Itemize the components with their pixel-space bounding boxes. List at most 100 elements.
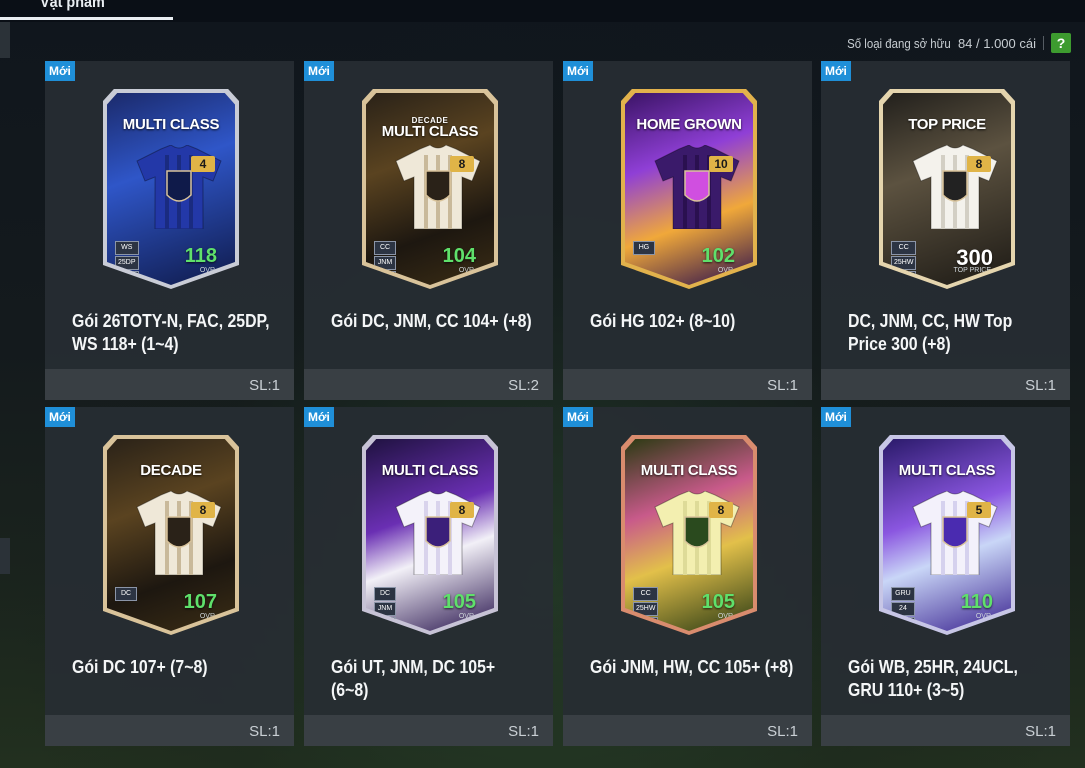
item-quantity: SL:1 (249, 377, 280, 394)
card-tag: HG (633, 241, 655, 255)
help-button[interactable]: ? (1051, 33, 1071, 53)
tab-active-underline (0, 17, 173, 20)
card-class-label: MULTI CLASS (366, 462, 494, 479)
card-tag: DC (374, 587, 396, 601)
item-quantity: SL:2 (508, 377, 539, 394)
new-badge: Mới (304, 61, 334, 81)
ownership-label: Số loại đang sở hữu (847, 35, 951, 51)
card-tag: DC (891, 286, 916, 300)
card-tags: GRU 24 25HR WB (891, 587, 915, 646)
card-class-text: TOP PRICE (908, 116, 986, 133)
card-tag: GRU (891, 587, 915, 601)
card-ovr-label: OVR (199, 613, 215, 620)
new-badge: Mới (304, 407, 334, 427)
new-badge: Mới (821, 61, 851, 81)
card-class-text: MULTI CLASS (122, 116, 220, 133)
card-class-text: MULTI CLASS (898, 462, 996, 479)
card-ovr-value: 105 (442, 591, 476, 613)
card-tag: JNM (633, 617, 659, 631)
left-scroll-handle (0, 22, 10, 58)
upgrade-level-badge: 10 (709, 156, 733, 172)
card-ovr-label: OVR (458, 267, 474, 274)
item-title: Gói JNM, HW, CC 105+ (+8) (590, 657, 794, 677)
card-tag: CC (374, 241, 396, 255)
card-tag: WS (115, 241, 139, 255)
item-quantity: SL:1 (767, 723, 798, 740)
item-footer: SL:1 (563, 369, 812, 400)
card-class-label: MULTI CLASS (107, 116, 235, 133)
item-title: Gói DC, JNM, CC 104+ (+8) (331, 311, 532, 331)
item-footer: SL:1 (821, 369, 1070, 400)
card-tags: DC (115, 587, 137, 601)
pack-card-art: HOME GROWN 10 HG 102 OVR (621, 89, 757, 289)
upgrade-level-badge: 5 (967, 502, 991, 518)
card-tag: WB (891, 632, 915, 646)
item-quantity: SL:1 (249, 723, 280, 740)
card-tag: UT (374, 617, 396, 631)
item-quantity: SL:1 (1025, 723, 1056, 740)
divider (1043, 36, 1044, 50)
upgrade-level-badge: 8 (191, 502, 215, 518)
card-ovr-label: OVR (199, 267, 215, 274)
item-title: Gói 26TOTY-N, FAC, 25DP, WS 118+ (1~4) (72, 311, 270, 354)
card-tags: HG (633, 241, 655, 255)
item-tile[interactable]: Mới HOME GROWN 10 HG 102 OVR Gói HG 102+… (563, 61, 812, 400)
card-tags: CC 25HW JNM DC (891, 241, 917, 300)
card-class-text: HOME GROWN (636, 116, 742, 133)
pack-card-art: TOP PRICE 8 CC 25HW JNM DC 300 TOP PRICE (879, 89, 1015, 289)
item-title: DC, JNM, CC, HW Top Price 300 (+8) (848, 311, 1013, 354)
card-ovr-label: TOP PRICE (953, 267, 991, 274)
card-tag: JNM (891, 271, 917, 285)
item-tile[interactable]: Mới MULTI CLASS 8 CC 25HW JNM 105 OVR Gói … (563, 407, 812, 746)
card-class-label: MULTI CLASS (883, 462, 1011, 479)
card-ovr-label: OVR (458, 613, 474, 620)
item-title: Gói HG 102+ (8~10) (590, 311, 736, 331)
card-class-label: DECADE (107, 462, 235, 479)
card-tag: 25DP (115, 256, 139, 270)
new-badge: Mới (821, 407, 851, 427)
card-ovr-value: 102 (701, 245, 735, 267)
item-tile[interactable]: Mới MULTI CLASS 8 DC JNM UT 105 OVR Gói UT… (304, 407, 553, 746)
item-tile[interactable]: Mới MULTI CLASS 4 WS 25DP FAC 26TY 118 OVR … (45, 61, 294, 400)
left-scroll-handle-2 (0, 538, 10, 574)
new-badge: Mới (45, 61, 75, 81)
item-grid: Mới MULTI CLASS 4 WS 25DP FAC 26TY 118 OVR … (45, 61, 1070, 746)
card-class-text: DECADE (140, 462, 202, 479)
new-badge: Mới (563, 61, 593, 81)
item-quantity: SL:1 (1025, 377, 1056, 394)
card-tag: 26TY (115, 286, 139, 300)
card-ovr-value: 110 (960, 591, 993, 613)
new-badge: Mới (563, 407, 593, 427)
upgrade-level-badge: 8 (967, 156, 991, 172)
card-tag: DC (374, 271, 396, 285)
pack-card-art: MULTI CLASS 5 GRU 24 25HR WB 110 OVR (879, 435, 1015, 635)
item-quantity: SL:1 (508, 723, 539, 740)
pack-card-art: DECADE 8 DC 107 OVR (103, 435, 239, 635)
upgrade-level-badge: 4 (191, 156, 215, 172)
item-footer: SL:1 (45, 369, 294, 400)
card-tag: CC (891, 241, 917, 255)
item-tile[interactable]: Mới TOP PRICE 8 CC 25HW JNM DC 300 TOP PRIC… (821, 61, 1070, 400)
card-tag: JNM (374, 256, 396, 270)
item-tile[interactable]: Mới DECADE MULTI CLASS 8 CC JNM DC 104 OVR … (304, 61, 553, 400)
item-title: Gói WB, 25HR, 24UCL, GRU 110+ (3~5) (848, 657, 1018, 700)
tab-items[interactable]: Vật phẩm (40, 0, 105, 12)
upgrade-level-badge: 8 (450, 502, 474, 518)
new-badge: Mới (45, 407, 75, 427)
card-tags: WS 25DP FAC 26TY (115, 241, 139, 300)
card-ovr-value: 104 (442, 245, 476, 267)
card-tag: 24 (891, 602, 915, 616)
pack-card-art: MULTI CLASS 8 CC 25HW JNM 105 OVR (621, 435, 757, 635)
card-ovr-label: OVR (717, 613, 733, 620)
card-class-text: MULTI CLASS (640, 462, 738, 479)
card-tags: DC JNM UT (374, 587, 396, 631)
card-tags: CC JNM DC (374, 241, 396, 285)
card-class-label: TOP PRICE (883, 116, 1011, 133)
card-class-label: MULTI CLASS (625, 462, 753, 479)
card-ovr-value: 105 (701, 591, 735, 613)
item-tile[interactable]: Mới MULTI CLASS 5 GRU 24 25HR WB 110 OVR Gó… (821, 407, 1070, 746)
card-tag: JNM (374, 602, 396, 616)
card-class-text: MULTI CLASS (381, 123, 479, 140)
card-class-label: HOME GROWN (625, 116, 753, 133)
item-tile[interactable]: Mới DECADE 8 DC 107 OVR Gói DC 107+ (7~8… (45, 407, 294, 746)
